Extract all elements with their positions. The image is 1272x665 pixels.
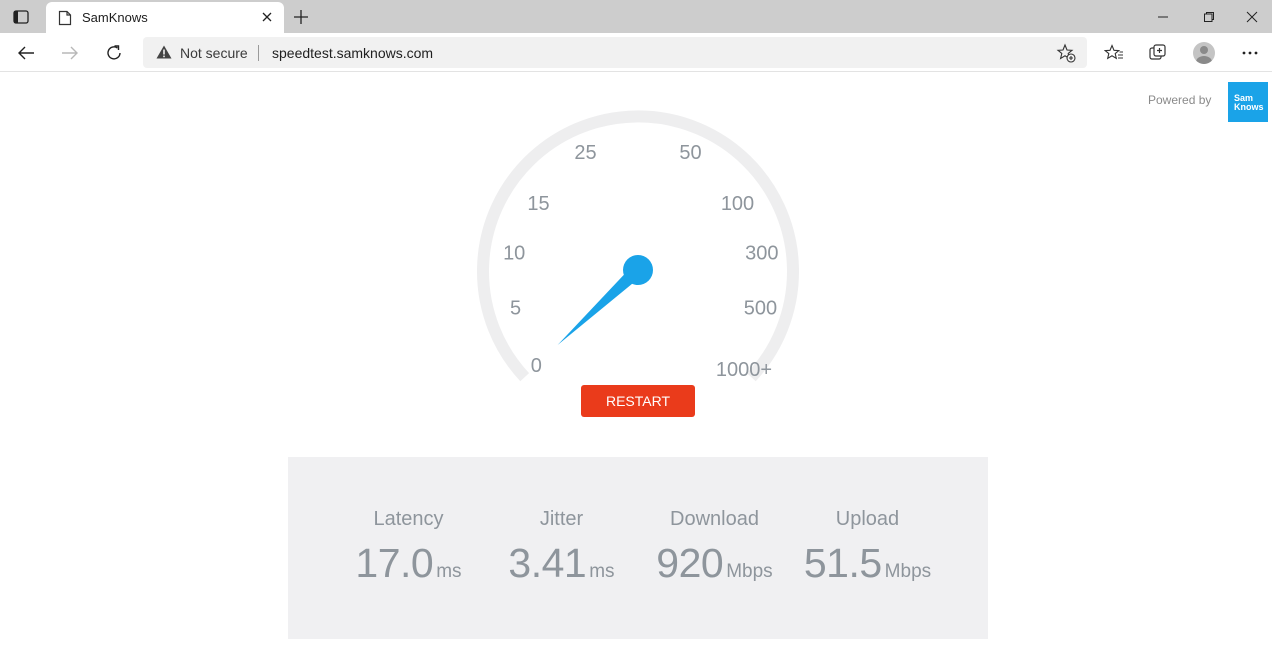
metric-unit: Mbps — [884, 561, 932, 582]
metric-value-group: 920 Mbps — [627, 540, 802, 587]
upload-metric: Upload 51.5 Mbps — [780, 457, 955, 639]
metric-value-group: 17.0 ms — [321, 540, 496, 587]
results-panel: Latency 17.0 ms Jitter 3.41 ms Download 92… — [288, 457, 988, 639]
security-status[interactable]: Not secure — [180, 45, 248, 61]
metric-value: 51.5 — [803, 540, 882, 586]
metric-value: 3.41 — [508, 540, 587, 586]
profile-avatar-icon[interactable] — [1190, 39, 1218, 67]
avatar — [1193, 42, 1215, 64]
gauge-scale-label: 100 — [721, 193, 754, 215]
refresh-icon[interactable] — [100, 39, 128, 67]
url-text[interactable]: speedtest.samknows.com — [272, 45, 433, 61]
collections-icon[interactable] — [1144, 39, 1172, 67]
gauge-scale-label: 5 — [510, 297, 521, 319]
latency-metric: Latency 17.0 ms — [321, 457, 496, 639]
favorites-icon[interactable] — [1100, 39, 1128, 67]
tab-actions-icon[interactable] — [10, 7, 32, 27]
jitter-metric: Jitter 3.41 ms — [474, 457, 649, 639]
metric-label: Latency — [373, 508, 444, 530]
browser-toolbar: Not secure speedtest.samknows.com — [0, 33, 1272, 72]
metric-value-group: 51.5 Mbps — [780, 540, 955, 587]
add-favorite-icon[interactable] — [1055, 42, 1077, 64]
metric-unit: ms — [436, 561, 462, 582]
samknows-logo[interactable]: Sam Knows — [1228, 82, 1268, 122]
window-close-icon[interactable] — [1232, 0, 1272, 33]
forward-arrow-icon[interactable] — [56, 39, 84, 67]
gauge-scale-label: 300 — [745, 243, 778, 265]
browser-tab[interactable]: SamKnows — [46, 2, 284, 33]
close-icon[interactable] — [258, 8, 276, 26]
metric-label: Download — [670, 508, 759, 530]
metric-value-group: 3.41 ms — [474, 540, 649, 587]
restore-icon[interactable] — [1186, 0, 1232, 33]
gauge-scale-label: 50 — [679, 142, 701, 164]
restart-button[interactable]: RESTART — [581, 385, 695, 417]
more-icon[interactable] — [1236, 39, 1264, 67]
gauge-scale-label: 15 — [527, 193, 549, 215]
gauge-needle-hub — [623, 255, 653, 285]
metric-label: Jitter — [539, 508, 584, 530]
title-bar: SamKnows — [0, 0, 1272, 33]
tab-title: SamKnows — [82, 10, 148, 25]
download-metric: Download 920 Mbps — [627, 457, 802, 639]
metric-label: Upload — [835, 508, 900, 530]
gauge-scale-label: 25 — [574, 142, 596, 164]
speed-gauge: 0 5 10 15 25 50 100 300 500 1000+ — [460, 100, 820, 390]
back-arrow-icon[interactable] — [12, 39, 40, 67]
gauge-scale-label: 0 — [531, 355, 542, 377]
gauge-scale-label: 10 — [503, 243, 525, 265]
address-bar[interactable]: Not secure speedtest.samknows.com — [143, 37, 1087, 68]
metric-value: 920 — [656, 540, 724, 586]
metric-unit: ms — [589, 561, 615, 582]
powered-by-text: Powered by — [1148, 93, 1212, 107]
gauge-scale-label: 1000+ — [716, 359, 772, 381]
address-divider — [258, 45, 259, 61]
logo-text-line2: Knows — [1234, 102, 1264, 112]
minimize-icon[interactable] — [1140, 0, 1186, 33]
gauge-scale-label: 500 — [744, 297, 777, 319]
page-icon — [58, 10, 72, 26]
plus-icon[interactable] — [290, 6, 312, 28]
metric-value: 17.0 — [355, 540, 434, 586]
metric-unit: Mbps — [726, 561, 773, 582]
warning-icon[interactable] — [156, 45, 172, 64]
